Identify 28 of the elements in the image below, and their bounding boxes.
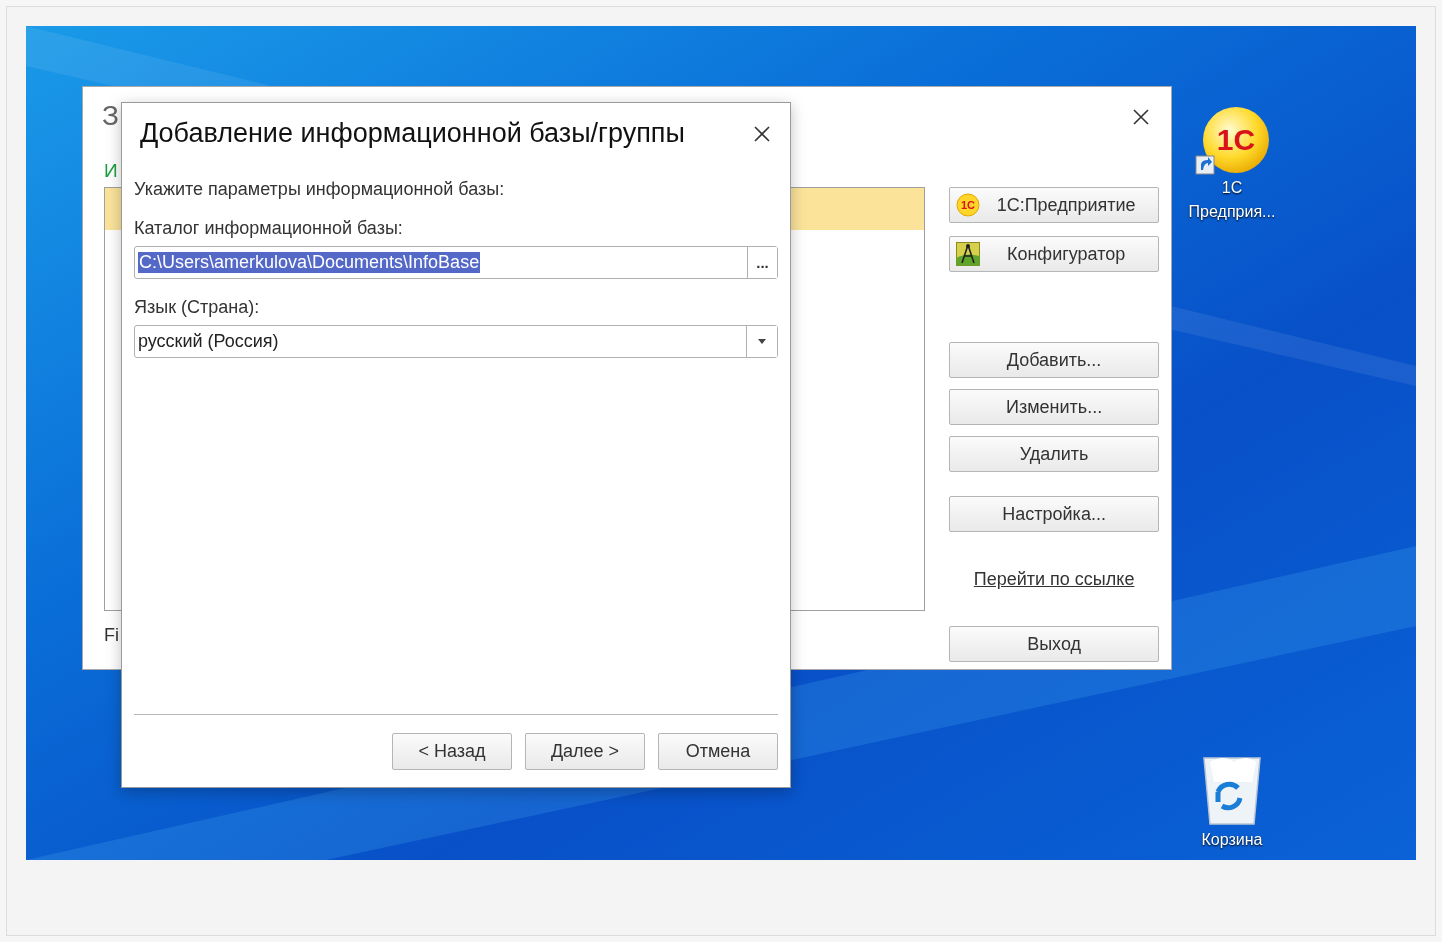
action-button[interactable]: Добавить... bbox=[949, 342, 1159, 378]
close-icon[interactable] bbox=[1133, 109, 1149, 125]
logo-icon: 1С bbox=[956, 193, 981, 217]
link[interactable]: Перейти по ссылке bbox=[973, 568, 1135, 590]
close-icon[interactable] bbox=[754, 125, 770, 142]
action-button[interactable]: Удалить bbox=[949, 436, 1159, 472]
window-title: З bbox=[102, 100, 119, 132]
dialog-button[interactable]: Далее > bbox=[525, 733, 645, 770]
prompt-text: Укажите параметры информационной базы: bbox=[134, 179, 506, 200]
compass-icon bbox=[956, 242, 981, 266]
field-label: Каталог информационной базы: bbox=[134, 218, 404, 239]
field-label: Язык (Страна): bbox=[134, 297, 261, 318]
path-field[interactable]: C:\Users\amerkulova\Documents\InfoBase ... bbox=[134, 246, 778, 279]
settings-button[interactable]: Настройка... bbox=[949, 496, 1159, 532]
dialog-button[interactable]: Отмена bbox=[658, 733, 778, 770]
language-dropdown[interactable]: русский (Россия) bbox=[134, 325, 778, 358]
action-button[interactable]: Изменить... bbox=[949, 389, 1159, 425]
browse-button[interactable]: ... bbox=[747, 247, 777, 278]
caret-icon[interactable] bbox=[758, 339, 766, 344]
dialog-button[interactable]: < Назад bbox=[392, 733, 512, 770]
desktop-icon-label[interactable]: 1С Предприя... bbox=[1182, 176, 1282, 224]
path-text: Fi bbox=[104, 625, 119, 646]
enterprise-button[interactable]: 1С 1С:Предприятие bbox=[949, 187, 1159, 223]
dialog-title: Добавление информационной базы/группы bbox=[140, 118, 685, 149]
designer-button[interactable]: Конфигуратор bbox=[949, 236, 1159, 272]
desktop-icon-label[interactable]: Корзина bbox=[1182, 828, 1282, 852]
section-heading: И bbox=[104, 159, 118, 183]
exit-button[interactable]: Выход bbox=[949, 626, 1159, 662]
